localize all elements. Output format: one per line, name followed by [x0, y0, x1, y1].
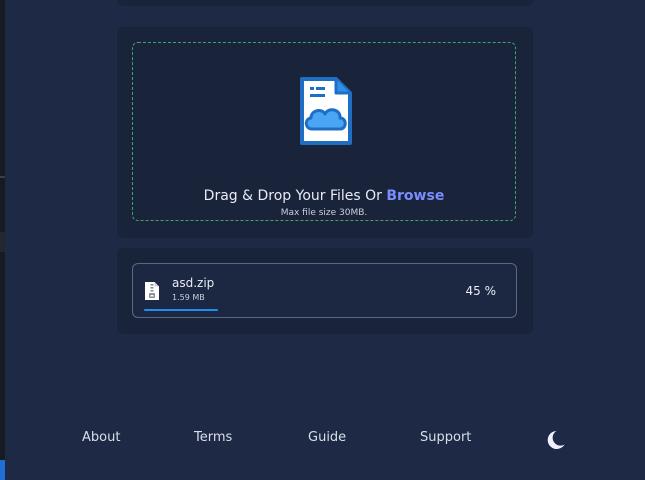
max-file-size-hint: Max file size 30MB.: [280, 208, 368, 218]
left-window-edge: [0, 0, 5, 480]
footer-link-terms[interactable]: Terms: [194, 430, 232, 445]
footer-link-support[interactable]: Support: [420, 430, 471, 445]
uploaded-files-card: asd.zip 1.59 MB 45 %: [117, 248, 533, 334]
left-edge-divider: [0, 176, 5, 178]
upload-progress-fill: [144, 309, 218, 311]
moon-icon[interactable]: [544, 429, 566, 451]
drop-instructions: Drag & Drop Your Files Or Browse: [133, 188, 515, 204]
upload-card: Drag & Drop Your Files Or Browse Max fil…: [117, 27, 533, 238]
zip-file-icon: [145, 282, 159, 300]
file-name: asd.zip: [172, 276, 215, 290]
file-list-item: asd.zip 1.59 MB 45 %: [132, 263, 517, 318]
drop-text: Drag & Drop Your Files Or: [203, 188, 387, 204]
footer: About Terms Guide Support: [0, 430, 645, 450]
footer-link-about[interactable]: About: [82, 430, 120, 445]
footer-link-guide[interactable]: Guide: [308, 430, 346, 445]
left-edge-highlight: [0, 232, 5, 252]
upload-percent: 45 %: [465, 284, 497, 298]
file-size: 1.59 MB: [172, 293, 205, 302]
browse-link[interactable]: Browse: [386, 188, 444, 204]
previous-card: [117, 0, 533, 6]
file-dropzone[interactable]: Drag & Drop Your Files Or Browse Max fil…: [132, 42, 516, 221]
file-cloud-icon: [300, 77, 352, 145]
upload-progress-bar: [144, 309, 308, 311]
left-edge-accent: [0, 460, 5, 480]
